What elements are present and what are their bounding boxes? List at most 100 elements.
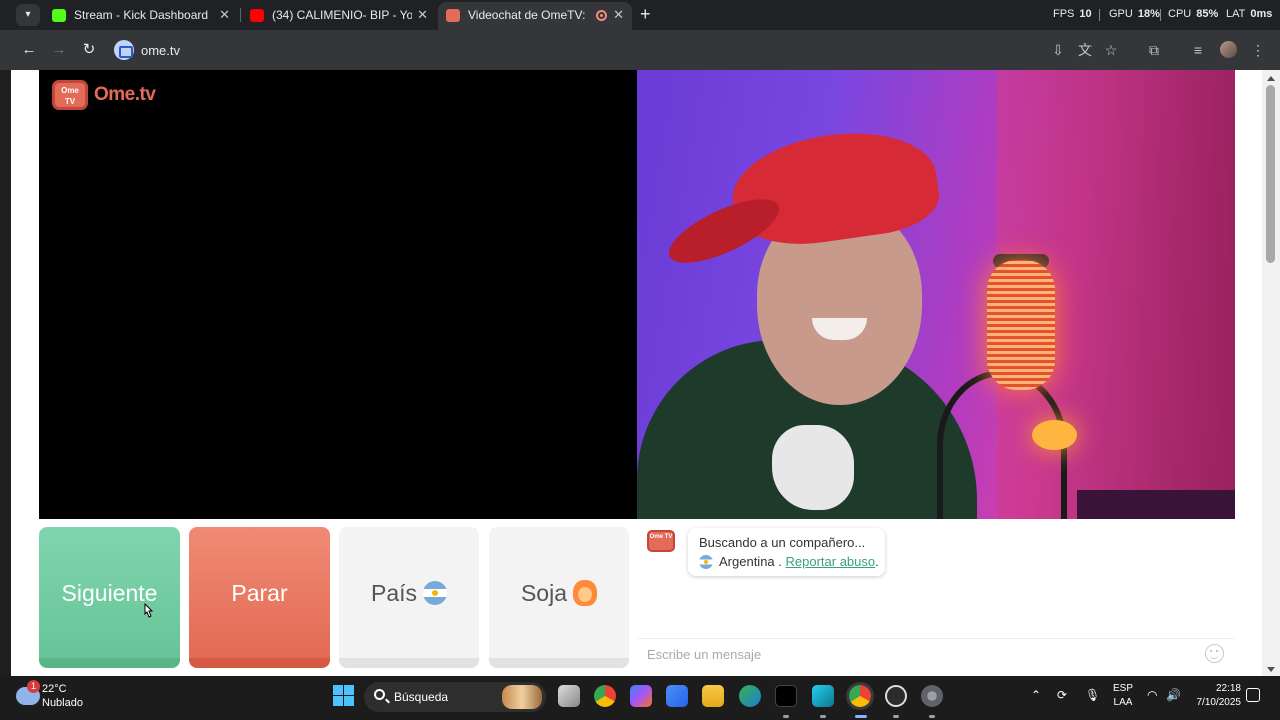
stop-button[interactable]: Parar	[189, 527, 330, 668]
bookmark-star-icon[interactable]: ☆	[1101, 40, 1121, 60]
video-lamp	[1032, 420, 1077, 450]
overlay-divider	[1160, 9, 1161, 21]
language-indicator[interactable]: ESP LAA	[1113, 682, 1133, 710]
capcut-icon[interactable]	[812, 685, 834, 707]
tiktok-icon[interactable]	[775, 685, 797, 707]
report-abuse-link[interactable]: Reportar abuso	[786, 554, 876, 569]
task-view-icon[interactable]	[558, 685, 580, 707]
tab-title: Videochat de OmeTV: una a	[468, 8, 588, 22]
search-icon	[374, 689, 385, 700]
video-glowing-microphone	[987, 260, 1055, 390]
tab-kick-dashboard[interactable]: Stream - Kick Dashboard ✕	[44, 2, 238, 30]
menu-kebab-icon[interactable]: ⋮	[1248, 40, 1268, 60]
site-info-icon[interactable]	[114, 40, 134, 60]
partner-country: Argentina	[719, 554, 775, 569]
chrome-icon[interactable]	[594, 685, 616, 707]
page-gutter-left	[0, 70, 11, 676]
install-app-icon[interactable]: ⇩	[1048, 40, 1068, 60]
tab-divider	[240, 8, 241, 22]
partner-video-panel	[637, 70, 1235, 519]
profile-avatar[interactable]	[1220, 41, 1237, 58]
emoji-picker-icon[interactable]	[1205, 644, 1224, 663]
own-video-panel	[39, 70, 637, 519]
fps-readout: FPS 10	[1053, 8, 1092, 20]
active-indicator	[855, 715, 867, 718]
windows-start-icon[interactable]	[333, 685, 354, 706]
tab-youtube[interactable]: (34) CALIMENIO- BIP - YouTube ✕	[242, 2, 436, 30]
chat-ometv-logo-icon: Ome TV	[647, 530, 675, 552]
ometv-logo-text: Ome.tv	[94, 84, 156, 105]
browser-toolbar: ← → ↻ ome.tv ⇩ 文 ☆ ⧉ ≡ ⋮	[0, 30, 1280, 70]
sync-icon[interactable]: ⟳	[1057, 688, 1067, 702]
scroll-thumb[interactable]	[1266, 85, 1275, 263]
woman-emoji-icon	[573, 579, 598, 606]
tab-search-menu-button[interactable]: ▾	[16, 4, 40, 26]
windows-taskbar: 1 22°C Nublado Búsqueda ⌃ ⟳ 🎙 ESP LAA ◠ …	[0, 676, 1280, 720]
tab-close-icon[interactable]: ✕	[613, 2, 624, 28]
browser-tab-strip: ▾ Stream - Kick Dashboard ✕ (34) CALIMEN…	[0, 0, 1280, 30]
extensions-icon[interactable]: ⧉	[1144, 40, 1164, 60]
back-arrow-icon[interactable]: ←	[19, 40, 39, 60]
edge-icon[interactable]	[739, 685, 761, 707]
youtube-icon	[250, 9, 264, 22]
gender-selector-button[interactable]: Soja	[489, 527, 629, 668]
wifi-icon[interactable]: ◠	[1147, 688, 1157, 702]
clock-date: 7/10/2025	[1196, 697, 1242, 708]
next-button[interactable]: Siguiente	[39, 527, 180, 668]
country-button-label: País	[370, 580, 418, 606]
chat-message-input[interactable]	[637, 638, 1235, 669]
scroll-up-arrow-icon[interactable]	[1267, 76, 1275, 81]
weather-badge: 1	[27, 680, 40, 693]
show-hidden-icons-chevron-icon[interactable]: ⌃	[1031, 688, 1041, 702]
lat-readout: LAT 0ms	[1226, 8, 1273, 20]
recording-icon	[596, 10, 607, 21]
overlay-divider	[1099, 9, 1100, 21]
argentina-flag-icon	[699, 554, 713, 569]
tab-close-icon[interactable]: ✕	[219, 2, 230, 28]
reload-icon[interactable]: ↻	[79, 40, 99, 60]
video-hoodie-print	[772, 425, 854, 510]
cpu-readout: CPU 85%	[1168, 8, 1219, 20]
taskbar-search[interactable]: Búsqueda	[364, 682, 546, 712]
reading-list-icon[interactable]: ≡	[1188, 40, 1208, 60]
weather-temperature[interactable]: 22°C	[42, 683, 67, 695]
system-clock[interactable]: 22:18 7/10/2025	[1193, 682, 1242, 710]
tab-title: (34) CALIMENIO- BIP - YouTube	[272, 8, 412, 22]
system-message-bubble: Buscando a un compañero... Argentina . R…	[688, 528, 885, 576]
obs-icon[interactable]	[885, 685, 907, 707]
gpu-readout: GPU 18%	[1109, 8, 1160, 20]
kick-icon	[52, 9, 66, 22]
running-indicator	[820, 715, 826, 718]
taskbar-search-label: Búsqueda	[394, 690, 449, 704]
argentina-flag-icon	[423, 580, 448, 605]
searching-status-text: Buscando a un compañero...	[699, 535, 866, 550]
chrome-active-icon[interactable]	[849, 685, 871, 707]
running-indicator	[783, 715, 789, 718]
running-indicator	[893, 715, 899, 718]
translate-icon[interactable]: 文	[1075, 40, 1095, 60]
settings-gear-icon[interactable]	[921, 685, 943, 707]
tab-ometv[interactable]: Videochat de OmeTV: una a ✕	[438, 2, 632, 30]
copilot-icon[interactable]	[630, 685, 652, 707]
microphone-icon[interactable]: 🎙	[1085, 688, 1100, 702]
address-bar[interactable]: ome.tv	[141, 43, 180, 58]
file-explorer-icon[interactable]	[702, 685, 724, 707]
weather-condition[interactable]: Nublado	[42, 697, 83, 709]
clock-time: 22:18	[1215, 683, 1241, 694]
scroll-down-arrow-icon[interactable]	[1267, 667, 1275, 672]
partner-country-line: Argentina . Reportar abuso.	[699, 554, 879, 569]
ometv-icon	[446, 9, 460, 22]
tab-close-icon[interactable]: ✕	[417, 2, 428, 28]
store-icon[interactable]	[666, 685, 688, 707]
tab-title: Stream - Kick Dashboard	[74, 8, 209, 22]
page-scrollbar[interactable]	[1262, 70, 1280, 676]
forward-arrow-icon[interactable]: →	[49, 40, 69, 60]
volume-icon[interactable]: 🔊	[1166, 688, 1181, 702]
stop-button-label: Parar	[231, 580, 288, 606]
notifications-bell-icon[interactable]	[1246, 688, 1260, 702]
gender-button-label: Soja	[520, 580, 568, 606]
country-selector-button[interactable]: País	[339, 527, 479, 668]
new-tab-button[interactable]: +	[640, 3, 651, 25]
ometv-logo-badge: Ome TV	[52, 80, 88, 110]
mouse-pointer-icon	[144, 603, 154, 618]
